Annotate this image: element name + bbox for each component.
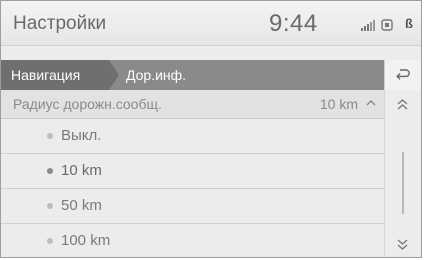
- settings-screen: Настройки 9:44 ß Навигация Дор.инф. Ради…: [0, 0, 422, 258]
- clock: 9:44: [269, 10, 318, 37]
- setting-value: 10 km: [319, 96, 358, 112]
- radio-dot-icon: [47, 238, 53, 244]
- option-10km[interactable]: 10 km: [1, 153, 386, 189]
- option-label: 50 km: [61, 197, 102, 214]
- signal-icon: [361, 20, 375, 31]
- option-label: 10 km: [61, 162, 102, 179]
- chevron-up-icon: [366, 100, 376, 106]
- back-button[interactable]: [384, 60, 421, 90]
- page-title: Настройки: [13, 13, 107, 34]
- scrollbar[interactable]: [402, 152, 404, 214]
- breadcrumb-item-traffic-info: Дор.инф.: [126, 67, 187, 83]
- option-label: 100 km: [61, 232, 111, 249]
- wifi-icon: [381, 19, 393, 31]
- scroll-up-icon[interactable]: [396, 98, 409, 111]
- back-arrow-icon: [396, 69, 410, 80]
- breadcrumb-label: Навигация: [11, 67, 81, 83]
- option-label: Выкл.: [61, 127, 102, 144]
- header-bar: Настройки 9:44 ß: [1, 1, 421, 46]
- scroll-down-icon[interactable]: [396, 238, 409, 251]
- options-list: Радиус дорожн.сообщ. 10 km Выкл. 10 km 5…: [1, 90, 386, 257]
- breadcrumb-item-navigation[interactable]: Навигация: [1, 60, 119, 90]
- option-off[interactable]: Выкл.: [1, 118, 386, 154]
- breadcrumb: Навигация Дор.инф.: [1, 60, 421, 90]
- option-100km[interactable]: 100 km: [1, 223, 386, 257]
- radio-dot-icon: [47, 203, 53, 209]
- breadcrumb-track: Навигация Дор.инф.: [1, 60, 386, 90]
- bluetooth-icon: ß: [405, 16, 413, 31]
- scroll-column: [384, 90, 421, 257]
- radio-dot-icon: [47, 168, 53, 174]
- option-50km[interactable]: 50 km: [1, 188, 386, 224]
- setting-label: Радиус дорожн.сообщ.: [13, 96, 162, 112]
- setting-row-traffic-radius[interactable]: Радиус дорожн.сообщ. 10 km: [1, 90, 386, 119]
- radio-dot-icon: [47, 133, 53, 139]
